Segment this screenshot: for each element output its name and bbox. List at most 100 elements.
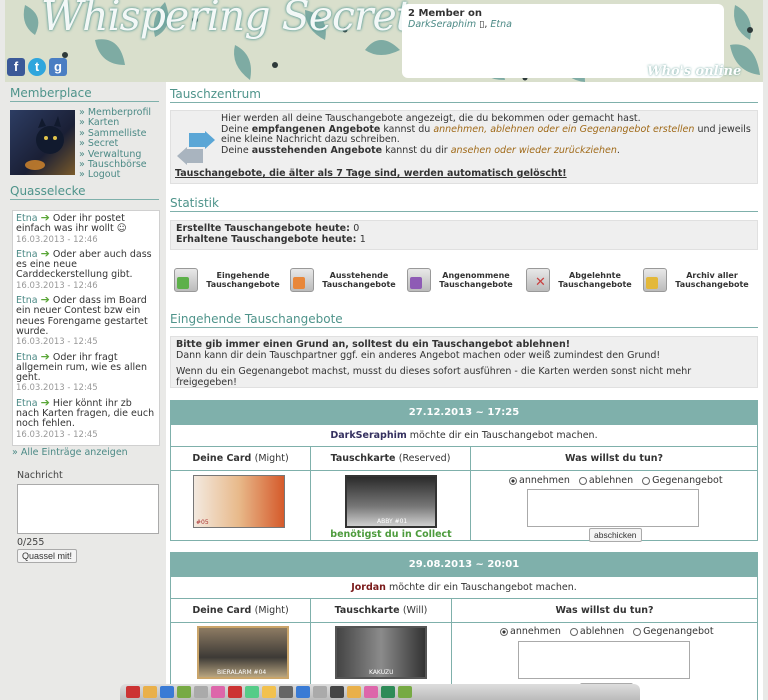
col-your-card: Deine Card (Might): [171, 599, 311, 622]
trade-message-input[interactable]: [527, 489, 699, 527]
dock-app-icon[interactable]: [330, 686, 344, 698]
notice-box: Bitte gib immer einen Grund an, solltest…: [170, 336, 758, 388]
nav-rejected-offers[interactable]: ✕ Abgelehnte Tauschangebote: [522, 268, 637, 294]
radio-counteroffer[interactable]: [642, 476, 651, 485]
dock-app-icon[interactable]: [313, 686, 327, 698]
trade-card-image[interactable]: KAKUZU: [335, 626, 427, 679]
all-entries-link[interactable]: » Alle Einträge anzeigen: [12, 447, 128, 458]
arrow-right-icon: ➔: [40, 395, 50, 409]
quasselecke-heading: Quasselecke: [10, 184, 159, 200]
link-logout[interactable]: » Logout: [79, 170, 151, 181]
col-action: Was willst du tun?: [555, 605, 654, 616]
arrow-right-icon: ➔: [40, 293, 50, 307]
dock-app-icon[interactable]: [177, 686, 191, 698]
nav-accepted-offers[interactable]: Angenommene Tauschangebote: [403, 268, 518, 294]
auto-delete-note: Tauschangebote, die älter als 7 Tage sin…: [175, 168, 567, 179]
dock-app-icon[interactable]: [160, 686, 174, 698]
arrow-right-icon: ➔: [40, 349, 50, 363]
trade-offer: 27.12.2013 ~ 17:25 DarkSeraphim möchte d…: [170, 400, 758, 542]
chat-date: 16.03.2013 - 12:45: [16, 337, 98, 348]
action-radios: annehmen ablehnen Gegenangebot: [503, 475, 723, 486]
chat-entry: Etna ➔ Oder ihr postet einfach was ihr w…: [16, 211, 156, 245]
dock-app-icon[interactable]: [398, 686, 412, 698]
info-line-2: Deine empfangenen Angebote kannst du ann…: [221, 123, 751, 145]
avatar[interactable]: [10, 110, 75, 175]
trade-date: 29.08.2013 ~ 20:01: [171, 553, 757, 577]
radio-counteroffer[interactable]: [633, 627, 642, 636]
quassel-submit-button[interactable]: Quassel mit!: [17, 549, 78, 563]
statistik-heading: Statistik: [170, 196, 758, 212]
swap-arrows-icon: [177, 131, 215, 165]
trade-message: Jordan möchte dir ein Tauschangebot mach…: [171, 577, 757, 599]
stat-created-label: Erstellte Tauschangebote heute:: [176, 223, 350, 234]
dock-app-icon[interactable]: [211, 686, 225, 698]
incoming-box-icon: [174, 268, 198, 292]
trade-message-input[interactable]: [518, 641, 690, 679]
google-icon[interactable]: g: [49, 58, 67, 76]
nav-incoming-offers[interactable]: Eingehende Tauschangebote: [170, 268, 285, 294]
arrow-right-icon: ➔: [40, 211, 50, 224]
trade-body: #05 ABBY #01 benötigst du in Collect ann…: [171, 471, 757, 542]
dock-app-icon[interactable]: [245, 686, 259, 698]
chat-entry: Etna ➔ Oder dass im Board ein neuer Cont…: [16, 293, 156, 348]
nachricht-label: Nachricht: [17, 470, 63, 481]
trade-user[interactable]: Jordan: [351, 582, 386, 593]
online-user-etna[interactable]: Etna: [490, 19, 512, 30]
radio-accept[interactable]: [509, 476, 517, 485]
accepted-box-icon: [407, 268, 431, 292]
phone-icon: ▯: [479, 19, 485, 30]
trade-message: DarkSeraphim möchte dir ein Tauschangebo…: [171, 425, 757, 447]
trade-columns: Deine Card (Might) Tauschkarte (Will) Wa…: [171, 599, 757, 623]
trade-columns: Deine Card (Might) Tauschkarte (Reserved…: [171, 447, 757, 471]
dock-app-icon[interactable]: [262, 686, 276, 698]
char-counter: 0/255: [17, 537, 45, 548]
col-trade-card: Tauschkarte (Will): [311, 599, 452, 622]
chat-message-input[interactable]: [17, 484, 159, 534]
your-card-image[interactable]: BIERALARM #04: [197, 626, 289, 679]
action-radios: annehmen ablehnen Gegenangebot: [494, 626, 714, 637]
twitter-icon[interactable]: t: [28, 58, 46, 76]
trade-user[interactable]: DarkSeraphim: [330, 430, 406, 441]
radio-reject[interactable]: [578, 476, 587, 485]
online-count: 2 Member on: [408, 8, 482, 19]
dock-app-icon[interactable]: [347, 686, 361, 698]
facebook-icon[interactable]: f: [7, 58, 25, 76]
trade-offer: 29.08.2013 ~ 20:01 Jordan möchte dir ein…: [170, 552, 758, 700]
desktop-dock: [120, 684, 640, 700]
submit-button[interactable]: abschicken: [589, 528, 642, 542]
chat-date: 16.03.2013 - 12:45: [16, 429, 98, 440]
dock-app-icon[interactable]: [364, 686, 378, 698]
trade-card-image[interactable]: ABBY #01: [345, 475, 437, 528]
nav-archive-offers[interactable]: Archiv aller Tauschangebote: [639, 268, 754, 294]
radio-accept[interactable]: [500, 627, 508, 636]
your-card-image[interactable]: #05: [193, 475, 285, 528]
chat-entry: Etna ➔ Hier könnt ihr zb nach Karten fra…: [16, 395, 156, 440]
dock-app-icon[interactable]: [143, 686, 157, 698]
archive-box-icon: [643, 268, 667, 292]
notice-line-2: Dann kann dir dein Tauschpartner ggf. ei…: [176, 349, 661, 361]
dock-app-icon[interactable]: [381, 686, 395, 698]
main-content: Tauschzentrum Hier werden all deine Taus…: [166, 82, 763, 700]
col-action: Was willst du tun?: [564, 453, 663, 464]
statistik-box: Erstellte Tauschangebote heute: 0 Erhalt…: [170, 220, 758, 250]
site-header: Whispering Secrets f t g 2 Member on Dar…: [5, 0, 763, 82]
dock-app-icon[interactable]: [279, 686, 293, 698]
col-trade-card: Tauschkarte (Reserved): [311, 447, 471, 470]
dock-app-icon[interactable]: [126, 686, 140, 698]
notice-line-3: Wenn du ein Gegenangebot machst, musst d…: [176, 366, 692, 388]
site-logo[interactable]: Whispering Secrets: [41, 0, 432, 37]
info-box: Hier werden all deine Tauschangebote ang…: [170, 110, 758, 184]
dock-app-icon[interactable]: [194, 686, 208, 698]
dock-app-icon[interactable]: [296, 686, 310, 698]
page-title: Tauschzentrum: [170, 87, 758, 103]
whos-online-label[interactable]: Who's online: [647, 64, 741, 79]
chat-date: 16.03.2013 - 12:45: [16, 383, 98, 394]
chat-entry: Etna ➔ Oder aber auch dass es eine neue …: [16, 248, 156, 291]
chat-box: Etna ➔ Oder ihr postet einfach was ihr w…: [12, 210, 160, 446]
nav-pending-offers[interactable]: Ausstehende Tauschangebote: [286, 268, 401, 294]
online-user-darkseraphim[interactable]: DarkSeraphim: [408, 19, 476, 30]
dock-app-icon[interactable]: [228, 686, 242, 698]
action-cell: annehmen ablehnen Gegenangebot abschicke…: [471, 471, 757, 542]
memberplace-heading: Memberplace: [10, 86, 159, 102]
radio-reject[interactable]: [569, 627, 578, 636]
